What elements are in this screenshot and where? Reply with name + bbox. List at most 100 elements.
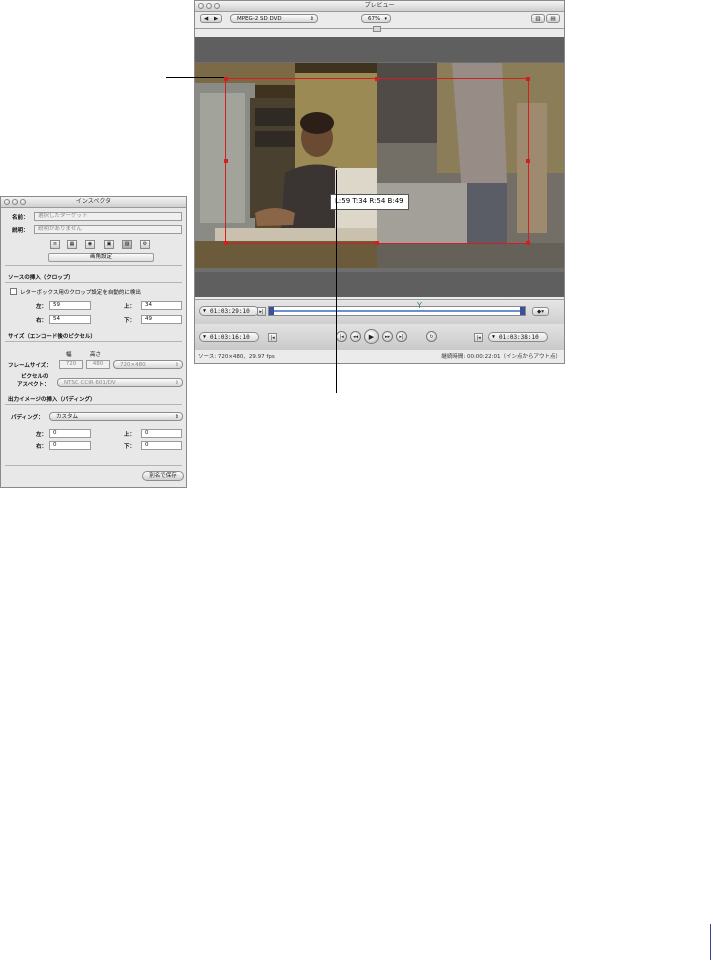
padding-heading: 出力イメージの挿入（パディング）: [8, 397, 96, 403]
preview-window: プレビュー ◀ ▶ MPEG-2 SD DVD ⇕ 67% ▾ ▥ ▤ L:59…: [194, 0, 565, 364]
tab-encoder[interactable]: ▦: [67, 240, 77, 249]
frame-height-field[interactable]: 480: [86, 360, 110, 369]
crop-bottom-value: 49: [145, 316, 152, 322]
pad-top-field[interactable]: 0: [141, 429, 182, 438]
padding-value: カスタム: [56, 414, 79, 420]
out-point-marker[interactable]: [520, 307, 525, 315]
timeline-track[interactable]: [268, 306, 526, 316]
crop-left-field[interactable]: 59: [49, 301, 91, 310]
play-icon: ▶: [368, 333, 375, 341]
pad-right-value: 0: [53, 442, 57, 448]
chevron-updown-icon: ⇕: [174, 362, 179, 368]
current-timecode-value: 01:03:16:10: [210, 334, 250, 341]
crop-handle[interactable]: [224, 241, 228, 245]
tab-frame-controls[interactable]: ▣: [104, 240, 114, 249]
crop-right-field[interactable]: 54: [49, 315, 91, 324]
pad-bottom-label: 下：: [124, 444, 136, 450]
format-popup-label: MPEG-2 SD DVD: [237, 16, 282, 22]
pad-left-field[interactable]: 0: [49, 429, 91, 438]
description-field[interactable]: 説明がありません: [34, 225, 182, 234]
timeline-bar: ▼ 01:03:29:10 ▸| Y ◆▾: [195, 299, 564, 325]
auto-detect-label: レターボックス用のクロップ設定を自動的に検出: [20, 290, 141, 296]
out-point-timecode[interactable]: ▼ 01:03:38:10: [488, 332, 548, 342]
nav-back-forward-button[interactable]: ◀ ▶: [200, 14, 222, 23]
crop-left-value: 59: [53, 302, 60, 308]
current-timecode[interactable]: ▼ 01:03:16:10: [199, 332, 259, 342]
tab-actions[interactable]: ⚙: [140, 240, 150, 249]
duration-info: 継続時間: 00:00:22:01（イン点からアウト点）: [441, 354, 561, 360]
step-forward-button[interactable]: ▸▸: [382, 331, 393, 342]
crop-values-label: L:59 T:34 R:54 B:49: [330, 194, 409, 210]
go-to-in-icon: ▸|: [259, 309, 264, 315]
play-button[interactable]: ▶: [364, 329, 379, 344]
step-back-button[interactable]: ◂◂: [350, 331, 361, 342]
tab-geometry[interactable]: ▨: [122, 240, 132, 249]
save-as-button[interactable]: 別名で保存: [142, 471, 184, 481]
frame-preset-label: 720×480: [120, 362, 146, 368]
skip-start-icon: |◂: [270, 335, 275, 341]
auto-detect-checkbox[interactable]: [10, 288, 17, 295]
selected-range: [274, 310, 520, 312]
chevron-down-icon: ▾: [384, 16, 387, 22]
split-slider-handle[interactable]: [373, 26, 381, 32]
crop-handle[interactable]: [224, 77, 228, 81]
pad-bottom-field[interactable]: 0: [141, 441, 182, 450]
tab-filters[interactable]: ◉: [85, 240, 95, 249]
crop-handle[interactable]: [224, 159, 228, 163]
callout-line: [336, 170, 337, 393]
crop-handle[interactable]: [375, 77, 379, 81]
loop-icon: ↻: [429, 334, 434, 340]
description-label: 説明：: [12, 228, 29, 234]
go-to-start-button[interactable]: |◂: [268, 333, 277, 342]
filters-icon: ◉: [87, 241, 93, 247]
output-view-button[interactable]: ▤: [546, 14, 560, 23]
playhead-icon[interactable]: Y: [417, 302, 422, 310]
go-to-end-button[interactable]: ▸|: [396, 331, 407, 342]
tab-summary[interactable]: ≡: [50, 240, 60, 249]
source-info: ソース: 720×480、29.97 fps: [198, 354, 275, 360]
name-placeholder: 選択したターゲット: [38, 213, 88, 219]
preview-titlebar: プレビュー: [195, 1, 564, 12]
split-view-button[interactable]: ▥: [531, 14, 545, 23]
format-popup[interactable]: MPEG-2 SD DVD ⇕: [230, 14, 318, 23]
crop-handle[interactable]: [526, 241, 530, 245]
video-stage: L:59 T:34 R:54 B:49: [195, 37, 564, 297]
triangle-left-icon: ◀: [204, 16, 209, 22]
pad-right-field[interactable]: 0: [49, 441, 91, 450]
loop-button[interactable]: ↻: [426, 331, 437, 342]
page-margin-bar: [710, 924, 711, 960]
divider: [5, 265, 182, 266]
crop-handle[interactable]: [526, 159, 530, 163]
chevron-down-icon: ▼: [203, 334, 207, 340]
frame-width-value: 720: [65, 361, 77, 367]
crop-handle[interactable]: [375, 241, 379, 245]
crop-handle[interactable]: [526, 77, 530, 81]
marker-menu-button[interactable]: ◆▾: [532, 307, 549, 316]
in-timecode-value: 01:03:29:10: [210, 308, 250, 315]
pad-right-label: 右：: [36, 444, 48, 450]
go-to-in-point-button[interactable]: |◂: [474, 333, 483, 342]
pixel-aspect-popup[interactable]: NTSC CCIR 601/DV ⇕: [57, 378, 183, 387]
pad-left-value: 0: [53, 430, 57, 436]
rewind-icon: ◂◂: [352, 334, 359, 340]
frame-width-field[interactable]: 720: [59, 360, 83, 369]
crop-right-value: 54: [53, 316, 60, 322]
name-field[interactable]: 選択したターゲット: [34, 212, 182, 221]
pixel-aspect-value: NTSC CCIR 601/DV: [64, 380, 116, 386]
description-placeholder: 説明がありません: [38, 226, 82, 232]
crop-top-field[interactable]: 34: [141, 301, 182, 310]
inspector-title: インスペクタ: [75, 198, 112, 205]
go-to-beginning-button[interactable]: |◂: [336, 331, 347, 342]
frame-size-label: フレームサイズ：: [8, 363, 52, 369]
crop-bottom-field[interactable]: 49: [141, 315, 182, 324]
frame-size-popup[interactable]: 720×480 ⇕: [113, 360, 183, 369]
in-point-timecode[interactable]: ▼ 01:03:29:10: [199, 306, 259, 316]
padding-popup[interactable]: カスタム ⇕: [49, 412, 183, 421]
zoom-popup[interactable]: 67% ▾: [361, 14, 391, 23]
chevron-down-icon: ▼: [492, 334, 496, 340]
crop-top-value: 34: [145, 302, 152, 308]
skip-back-icon: |◂: [339, 334, 344, 340]
crop-rectangle[interactable]: [224, 77, 530, 245]
crop-bottom-label: 下：: [124, 318, 136, 324]
go-to-in-button[interactable]: ▸|: [257, 307, 266, 316]
